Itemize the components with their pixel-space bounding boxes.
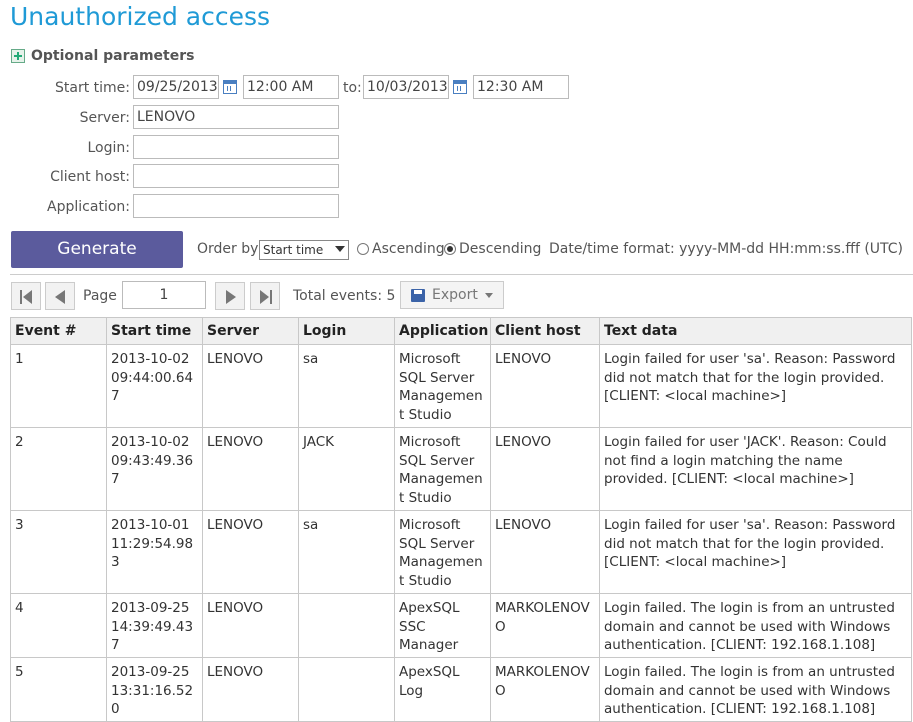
login-label: Login: xyxy=(87,140,131,156)
table-row: 4 2013-09-25 14:39:49.437 LENOVO ApexSQL… xyxy=(10,593,912,658)
server-input[interactable]: LENOVO xyxy=(133,105,339,129)
bar-icon xyxy=(20,290,22,304)
header-login[interactable]: Login xyxy=(298,317,395,345)
export-button[interactable]: Export xyxy=(400,281,504,309)
next-page-icon xyxy=(226,290,236,304)
table-row: 5 2013-09-25 13:31:16.520 LENOVO ApexSQL… xyxy=(10,657,912,722)
cell-login xyxy=(298,593,395,658)
previous-page-icon xyxy=(55,290,65,304)
last-page-icon xyxy=(260,290,269,304)
cell-login xyxy=(298,657,395,722)
cell-client-host: LENOVO xyxy=(490,510,600,594)
cell-text-data: Login failed for user 'JACK'. Reason: Co… xyxy=(599,427,912,511)
descending-radio[interactable] xyxy=(444,243,456,255)
export-label: Export xyxy=(432,287,478,303)
page-title: Unauthorized access xyxy=(10,2,271,31)
expand-icon[interactable] xyxy=(11,49,25,63)
application-input[interactable] xyxy=(133,194,339,218)
client-host-label: Client host: xyxy=(50,169,130,185)
datetime-format-note: Date/time format: yyyy-MM-dd HH:mm:ss.ff… xyxy=(549,241,904,257)
first-page-icon xyxy=(23,290,32,304)
header-application[interactable]: Application xyxy=(394,317,491,345)
chevron-down-icon xyxy=(335,246,345,252)
last-page-button[interactable] xyxy=(250,282,280,310)
chevron-down-icon xyxy=(485,293,493,298)
application-label: Application: xyxy=(47,199,130,215)
cell-client-host: LENOVO xyxy=(490,427,600,511)
optional-parameters-label: Optional parameters xyxy=(31,48,195,64)
header-server[interactable]: Server xyxy=(202,317,299,345)
first-page-button[interactable] xyxy=(11,282,41,310)
cell-event-number: 2 xyxy=(10,427,107,511)
table-row: 3 2013-10-01 11:29:54.983 LENOVO sa Micr… xyxy=(10,510,912,594)
save-disk-icon xyxy=(411,289,425,302)
start-date-input[interactable]: 09/25/2013 xyxy=(133,75,219,99)
cell-server: LENOVO xyxy=(202,344,299,428)
cell-login: JACK xyxy=(298,427,395,511)
start-time-input[interactable]: 12:00 AM xyxy=(243,75,339,99)
previous-page-button[interactable] xyxy=(45,282,75,310)
divider xyxy=(10,274,913,275)
cell-login: sa xyxy=(298,344,395,428)
next-page-button[interactable] xyxy=(215,282,245,310)
cell-server: LENOVO xyxy=(202,593,299,658)
cell-start-time: 2013-09-25 13:31:16.520 xyxy=(106,657,203,722)
server-label: Server: xyxy=(79,110,130,126)
end-time-input[interactable]: 12:30 AM xyxy=(473,75,569,99)
order-by-select[interactable]: Start time xyxy=(259,240,349,260)
header-text-data[interactable]: Text data xyxy=(599,317,912,345)
cell-start-time: 2013-10-02 09:43:49.367 xyxy=(106,427,203,511)
cell-start-time: 2013-09-25 14:39:49.437 xyxy=(106,593,203,658)
header-start-time[interactable]: Start time xyxy=(106,317,203,345)
page-number-input[interactable]: 1 xyxy=(122,281,206,309)
results-table: Event # Start time Server Login Applicat… xyxy=(10,317,912,722)
cell-client-host: MARKOLENOVO xyxy=(490,657,600,722)
client-host-input[interactable] xyxy=(133,164,339,188)
cell-application: ApexSQL SSC Manager xyxy=(394,593,491,658)
total-events: Total events: 5 xyxy=(293,288,396,304)
cell-login: sa xyxy=(298,510,395,594)
cell-text-data: Login failed for user 'sa'. Reason: Pass… xyxy=(599,344,912,428)
start-time-label: Start time: xyxy=(55,80,130,96)
order-by-value: Start time xyxy=(263,243,324,257)
optional-parameters-toggle[interactable]: Optional parameters xyxy=(11,48,194,64)
cell-text-data: Login failed for user 'sa'. Reason: Pass… xyxy=(599,510,912,594)
to-label: to: xyxy=(343,80,362,96)
cell-server: LENOVO xyxy=(202,427,299,511)
cell-event-number: 5 xyxy=(10,657,107,722)
table-row: 1 2013-10-02 09:44:00.647 LENOVO sa Micr… xyxy=(10,344,912,428)
ascending-label[interactable]: Ascending xyxy=(372,241,445,257)
table-header-row: Event # Start time Server Login Applicat… xyxy=(10,317,912,345)
order-by-label: Order by xyxy=(197,241,259,257)
cell-client-host: MARKOLENOVO xyxy=(490,593,600,658)
header-event-number[interactable]: Event # xyxy=(10,317,107,345)
cell-server: LENOVO xyxy=(202,657,299,722)
calendar-icon[interactable] xyxy=(223,80,237,94)
cell-application: Microsoft SQL Server Management Studio xyxy=(394,427,491,511)
ascending-radio[interactable] xyxy=(357,243,369,255)
cell-application: ApexSQL Log xyxy=(394,657,491,722)
cell-event-number: 4 xyxy=(10,593,107,658)
table-row: 2 2013-10-02 09:43:49.367 LENOVO JACK Mi… xyxy=(10,427,912,511)
cell-server: LENOVO xyxy=(202,510,299,594)
cell-text-data: Login failed. The login is from an untru… xyxy=(599,593,912,658)
cell-application: Microsoft SQL Server Management Studio xyxy=(394,510,491,594)
header-client-host[interactable]: Client host xyxy=(490,317,600,345)
bar-icon xyxy=(270,290,272,304)
cell-application: Microsoft SQL Server Management Studio xyxy=(394,344,491,428)
generate-button[interactable]: Generate xyxy=(11,231,183,268)
end-date-input[interactable]: 10/03/2013 xyxy=(363,75,449,99)
cell-event-number: 1 xyxy=(10,344,107,428)
cell-start-time: 2013-10-01 11:29:54.983 xyxy=(106,510,203,594)
cell-start-time: 2013-10-02 09:44:00.647 xyxy=(106,344,203,428)
cell-client-host: LENOVO xyxy=(490,344,600,428)
calendar-icon[interactable] xyxy=(453,80,467,94)
cell-event-number: 3 xyxy=(10,510,107,594)
login-input[interactable] xyxy=(133,135,339,159)
cell-text-data: Login failed. The login is from an untru… xyxy=(599,657,912,722)
descending-label[interactable]: Descending xyxy=(459,241,541,257)
page-label: Page xyxy=(83,288,117,304)
